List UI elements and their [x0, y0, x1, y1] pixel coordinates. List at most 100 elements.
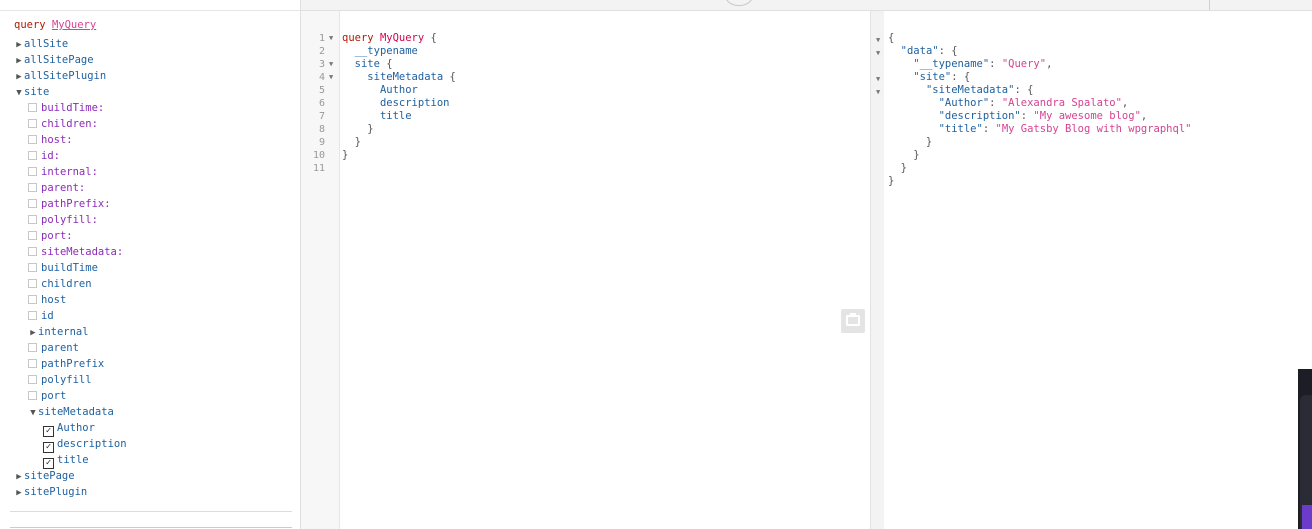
field-label[interactable]: polyfill	[41, 374, 92, 386]
argument-checkbox[interactable]	[28, 119, 37, 128]
field-label[interactable]: host	[41, 294, 66, 306]
field-label[interactable]: allSitePage	[24, 54, 94, 66]
argument-label[interactable]: id:	[41, 150, 60, 162]
fold-arrow-icon[interactable]: ▼	[876, 73, 880, 86]
fold-arrow-icon[interactable]: ▼	[876, 86, 880, 99]
fold-arrow-icon[interactable]: ▼	[329, 58, 333, 71]
explorer-field-site[interactable]: ▼ site	[14, 84, 49, 100]
argument-label[interactable]: pathPrefix:	[41, 198, 111, 210]
expanded-arrow-icon[interactable]: ▼	[14, 85, 24, 101]
argument-checkbox[interactable]	[28, 215, 37, 224]
argument-checkbox[interactable]	[28, 151, 37, 160]
argument-checkbox[interactable]	[28, 247, 37, 256]
explorer-field-allsitepage[interactable]: ▶ allSitePage	[14, 52, 94, 69]
field-label[interactable]: port	[41, 390, 66, 402]
argument-checkbox[interactable]	[28, 167, 37, 176]
argument-row[interactable]: port:	[28, 228, 73, 244]
collapsed-arrow-icon[interactable]: ▶	[14, 485, 24, 501]
field-checkbox[interactable]	[28, 359, 37, 368]
field-row[interactable]: children	[28, 276, 92, 292]
field-row[interactable]: parent	[28, 340, 79, 356]
field-row[interactable]: host	[28, 292, 66, 308]
field-row-internal[interactable]: ▶ internal	[28, 324, 89, 341]
query-editor[interactable]: 1 2 3 4 5 6 7 8 9 10 11 ▼ ▼ ▼ query MyQu…	[301, 11, 870, 529]
field-label[interactable]: buildTime	[41, 262, 98, 274]
argument-label[interactable]: buildTime:	[41, 102, 104, 114]
argument-label[interactable]: siteMetadata:	[41, 246, 123, 258]
fold-arrow-icon[interactable]: ▼	[876, 47, 880, 60]
fold-arrow-icon[interactable]: ▼	[329, 71, 333, 84]
argument-label[interactable]: children:	[41, 118, 98, 130]
argument-row[interactable]: parent:	[28, 180, 85, 196]
explorer-field-sitepage[interactable]: ▶ sitePage	[14, 468, 75, 485]
argument-checkbox[interactable]	[28, 199, 37, 208]
explorer-field-allsite[interactable]: ▶ allSite	[14, 36, 68, 52]
json-key: "Author"	[938, 97, 990, 109]
result-viewer[interactable]: { "data": { "__typename": "Query", "site…	[884, 11, 1312, 529]
field-label[interactable]: pathPrefix	[41, 358, 104, 370]
argument-row[interactable]: internal:	[28, 164, 98, 180]
execute-button[interactable]	[725, 0, 753, 6]
field-label[interactable]: id	[41, 310, 54, 322]
collapsed-arrow-icon[interactable]: ▶	[14, 469, 24, 485]
field-label[interactable]: allSite	[24, 38, 68, 50]
argument-checkbox[interactable]	[28, 231, 37, 240]
field-row-sitemetadata[interactable]: ▼ siteMetadata	[28, 404, 114, 420]
explorer-field-siteplugin[interactable]: ▶ sitePlugin	[14, 484, 87, 500]
argument-row[interactable]: id:	[28, 148, 60, 164]
argument-row[interactable]: host:	[28, 132, 73, 148]
argument-row[interactable]: children:	[28, 116, 98, 132]
argument-row[interactable]: polyfill:	[28, 212, 98, 228]
field-checkbox[interactable]	[28, 391, 37, 400]
explorer-operation-header: query MyQuery	[14, 17, 96, 33]
argument-label[interactable]: host:	[41, 134, 73, 146]
argument-checkbox[interactable]	[28, 183, 37, 192]
fold-arrow-icon[interactable]: ▼	[329, 32, 333, 45]
subfield-row-author[interactable]: ✓ Author	[43, 420, 95, 437]
field-checkbox[interactable]	[28, 375, 37, 384]
subfield-row-description[interactable]: ✓ description	[43, 436, 127, 453]
field-label[interactable]: siteMetadata	[38, 406, 114, 418]
field-checkbox[interactable]	[28, 343, 37, 352]
field-row[interactable]: buildTime	[28, 260, 98, 276]
field-checkbox[interactable]	[28, 263, 37, 272]
field-label[interactable]: title	[57, 454, 89, 466]
argument-checkbox[interactable]	[28, 135, 37, 144]
field-label[interactable]: internal	[38, 326, 89, 338]
collapsed-arrow-icon[interactable]: ▶	[14, 37, 24, 53]
field-row[interactable]: polyfill	[28, 372, 92, 388]
field-label[interactable]: sitePlugin	[24, 486, 87, 498]
field-label[interactable]: site	[24, 86, 49, 98]
field-row[interactable]: pathPrefix	[28, 356, 104, 372]
explorer-field-allsiteplugin[interactable]: ▶ allSitePlugin	[14, 68, 106, 84]
collapsed-arrow-icon[interactable]: ▶	[14, 53, 24, 69]
argument-checkbox[interactable]	[28, 103, 37, 112]
collapsed-arrow-icon[interactable]: ▶	[28, 325, 38, 341]
editor-result-divider[interactable]: ▼ ▼ ▼ ▼	[870, 11, 885, 529]
field-label[interactable]: sitePage	[24, 470, 75, 482]
field-checkbox[interactable]	[28, 279, 37, 288]
argument-label[interactable]: port:	[41, 230, 73, 242]
fold-arrow-icon[interactable]: ▼	[876, 34, 880, 47]
subfield-row-title[interactable]: ✓ title	[43, 452, 89, 469]
field-label[interactable]: description	[57, 438, 127, 450]
field-checkbox[interactable]	[28, 295, 37, 304]
argument-label[interactable]: polyfill:	[41, 214, 98, 226]
argument-row[interactable]: siteMetadata:	[28, 244, 123, 260]
argument-row[interactable]: buildTime:	[28, 100, 104, 116]
prettify-button[interactable]	[841, 309, 865, 333]
field-label[interactable]: Author	[57, 422, 95, 434]
field-label[interactable]: parent	[41, 342, 79, 354]
expanded-arrow-icon[interactable]: ▼	[28, 405, 38, 421]
field-label[interactable]: children	[41, 278, 92, 290]
collapsed-arrow-icon[interactable]: ▶	[14, 69, 24, 85]
argument-row[interactable]: pathPrefix:	[28, 196, 111, 212]
argument-label[interactable]: parent:	[41, 182, 85, 194]
argument-label[interactable]: internal:	[41, 166, 98, 178]
field-label[interactable]: allSitePlugin	[24, 70, 106, 82]
operation-name[interactable]: MyQuery	[52, 19, 96, 31]
field-row[interactable]: port	[28, 388, 66, 404]
desktop-edge-accent	[1302, 505, 1312, 529]
field-row[interactable]: id	[28, 308, 54, 324]
field-checkbox[interactable]	[28, 311, 37, 320]
